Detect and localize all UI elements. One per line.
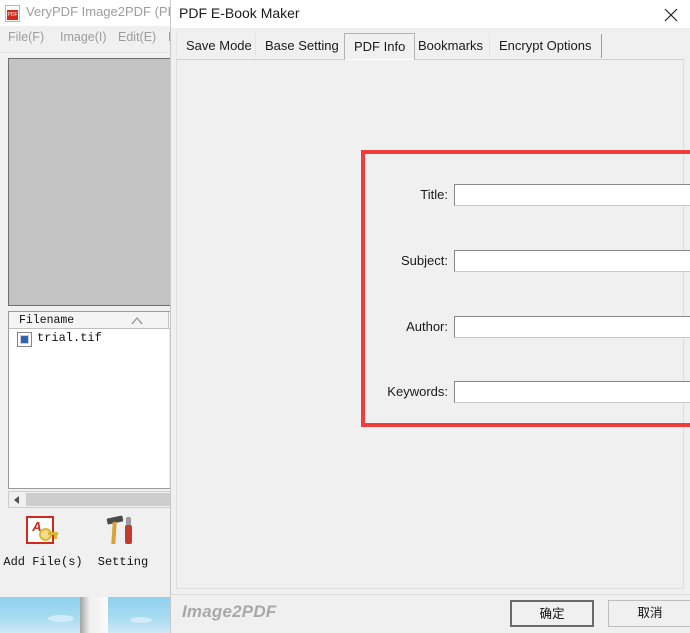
tab-save-mode[interactable]: Save Mode: [176, 34, 262, 58]
keywords-input[interactable]: [454, 381, 690, 403]
pdf-ebook-maker-dialog: PDF E-Book Maker Save Mode Base Setting …: [170, 0, 690, 633]
pdf-info-panel: Title: Subject: Author: Keywords:: [176, 59, 690, 589]
pdf-document-icon: PDF: [5, 5, 20, 22]
add-files-label: Add File(s): [3, 555, 83, 569]
column-header-filename[interactable]: Filename: [9, 312, 169, 329]
dialog-tabstrip: Save Mode Base Setting PDF Info Bookmark…: [176, 33, 684, 60]
keywords-label: Keywords:: [387, 384, 448, 399]
setting-button[interactable]: Setting: [80, 515, 166, 571]
ok-button[interactable]: 确定: [510, 600, 594, 627]
image-thumbnail-strip: [0, 597, 172, 633]
dialog-title: PDF E-Book Maker: [179, 5, 300, 21]
main-window-title: VeryPDF Image2PDF (PDF: [26, 4, 185, 19]
menu-file[interactable]: File(F): [8, 30, 44, 44]
tools-settings-icon: [106, 515, 139, 547]
title-label: Title:: [420, 187, 448, 202]
image-file-icon: [17, 332, 32, 347]
close-icon[interactable]: [658, 3, 684, 25]
file-row-filename: trial.tif: [37, 331, 102, 345]
menu-edit[interactable]: Edit(E): [118, 30, 156, 44]
tab-base-setting[interactable]: Base Setting: [255, 34, 349, 58]
brand-label: Image2PDF: [182, 602, 277, 621]
field-row-subject: Subject:: [177, 250, 690, 272]
menu-image[interactable]: Image(I): [60, 30, 107, 44]
author-label: Author:: [406, 319, 448, 334]
subject-input[interactable]: [454, 250, 690, 272]
title-input[interactable]: [454, 184, 690, 206]
footer-separator: [171, 594, 690, 595]
cancel-button[interactable]: 取消: [608, 600, 690, 627]
tab-pdf-info[interactable]: PDF Info: [344, 33, 416, 60]
sort-ascending-icon: [131, 317, 143, 324]
tab-encrypt-options[interactable]: Encrypt Options: [489, 34, 602, 58]
tab-bookmarks[interactable]: Bookmarks: [408, 34, 494, 58]
add-pdf-file-icon: A: [26, 516, 60, 546]
subject-label: Subject:: [401, 253, 448, 268]
add-files-button[interactable]: A Add File(s): [0, 515, 86, 571]
chevron-left-icon[interactable]: [9, 492, 25, 507]
field-row-keywords: Keywords:: [177, 381, 690, 403]
author-input[interactable]: [454, 316, 690, 338]
dialog-titlebar: PDF E-Book Maker: [171, 0, 690, 28]
setting-label: Setting: [97, 555, 149, 569]
field-row-title: Title:: [177, 184, 690, 206]
field-row-author: Author:: [177, 316, 690, 338]
